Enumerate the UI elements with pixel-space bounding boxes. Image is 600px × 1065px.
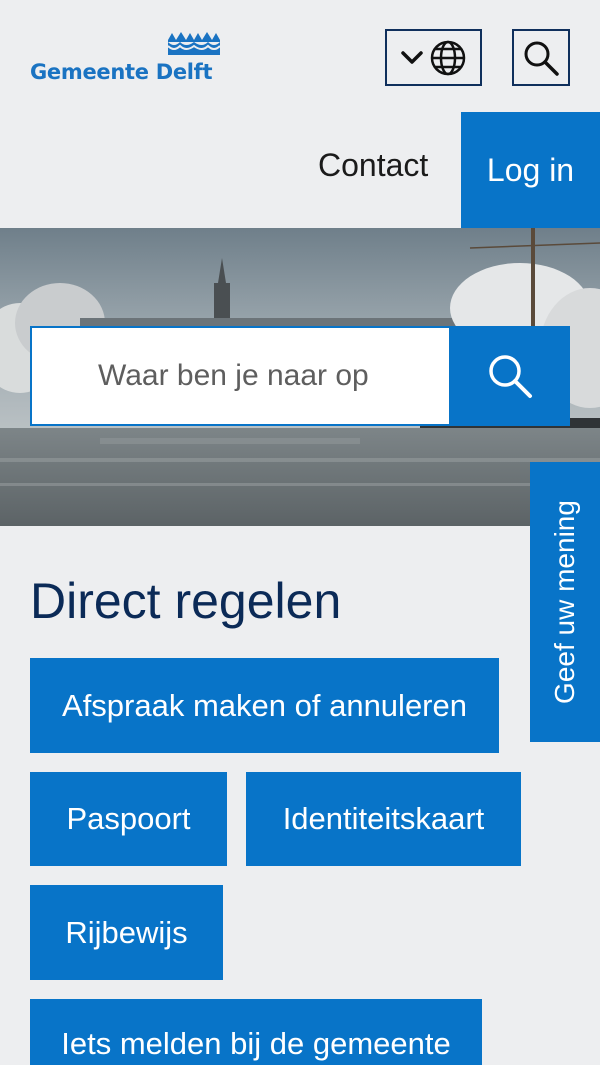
chevron-down-icon [400, 50, 423, 64]
feedback-label: Geef uw mening [549, 500, 581, 704]
melden-button[interactable]: Iets melden bij de gemeente [30, 999, 482, 1065]
login-button[interactable]: Log in [461, 112, 600, 228]
direct-regelen-title: Direct regelen [30, 573, 342, 629]
rijbewijs-button[interactable]: Rijbewijs [30, 885, 223, 980]
paspoort-button[interactable]: Paspoort [30, 772, 227, 866]
crown-logo-icon [167, 32, 221, 55]
site-logo[interactable]: Gemeente Delft [30, 28, 225, 90]
main-search [30, 326, 570, 426]
nav-contact-link[interactable]: Contact [318, 140, 428, 190]
site-header: Gemeente Delft Contact Log in [0, 0, 600, 228]
search-icon [524, 41, 559, 76]
identiteitskaart-button[interactable]: Identiteitskaart [246, 772, 521, 866]
feedback-tab[interactable]: Geef uw mening [530, 462, 600, 742]
language-button[interactable] [385, 29, 482, 86]
globe-icon [430, 40, 465, 75]
logo-text: Gemeente Delft [30, 60, 213, 84]
afspraak-button[interactable]: Afspraak maken of annuleren [30, 658, 499, 753]
header-search-button[interactable] [512, 29, 570, 86]
search-icon [488, 355, 532, 398]
search-input[interactable] [30, 326, 449, 426]
search-submit-button[interactable] [449, 326, 570, 426]
